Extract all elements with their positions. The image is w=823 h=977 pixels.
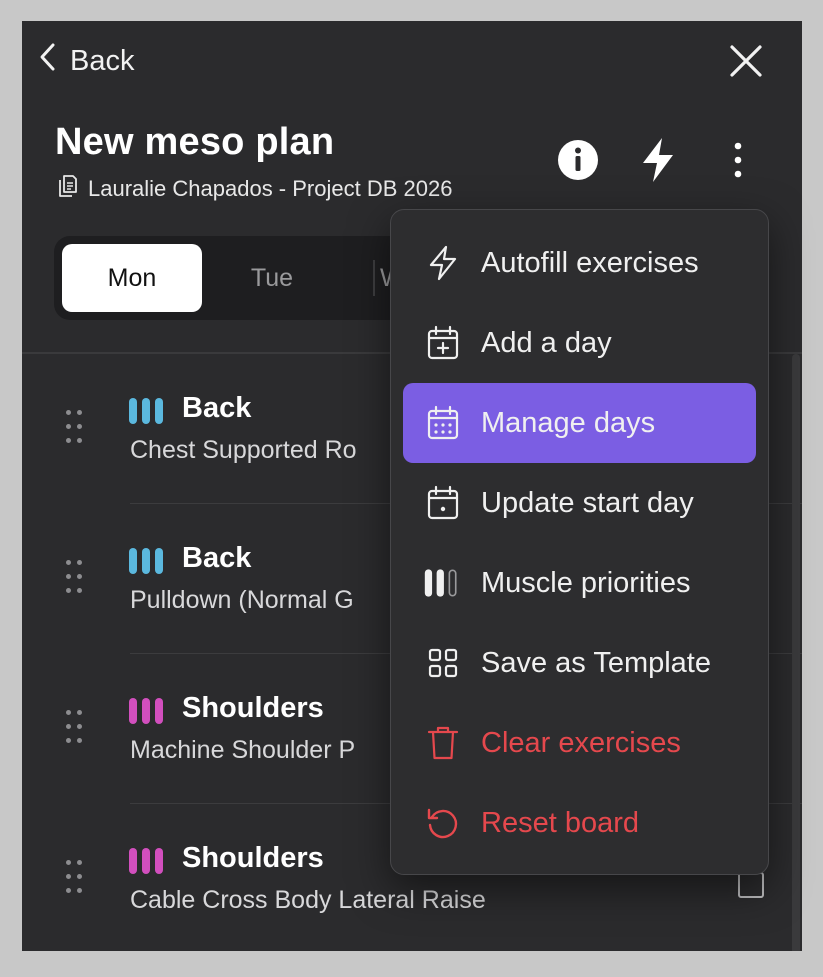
menu-item-clear-exercises[interactable]: Clear exercises	[403, 703, 756, 783]
reset-icon	[423, 803, 463, 843]
muscle-priority-bars	[129, 848, 163, 874]
plan-subtitle: Lauralie Chapados - Project DB 2026	[58, 175, 452, 203]
muscle-priority-bars	[129, 398, 163, 424]
close-button[interactable]	[722, 39, 770, 87]
menu-item-manage-days[interactable]: Manage days	[403, 383, 756, 463]
document-icon	[58, 174, 78, 204]
day-tab-mon[interactable]: Mon	[62, 244, 202, 312]
menu-item-label: Clear exercises	[481, 726, 681, 759]
info-icon	[557, 139, 599, 186]
calendar-plus-icon	[423, 323, 463, 363]
lightning-icon	[423, 243, 463, 283]
menu-item-update-start-day[interactable]: Update start day	[403, 463, 756, 543]
muscle-group-label: Back	[182, 392, 252, 424]
info-button[interactable]	[555, 139, 601, 185]
scrollbar[interactable]	[792, 354, 800, 951]
muscle-group-label: Shoulders	[182, 692, 324, 724]
grid-icon	[423, 643, 463, 683]
chevron-left-icon	[38, 42, 58, 80]
exercise-name: Pulldown (Normal G	[130, 586, 354, 614]
menu-item-save-as-template[interactable]: Save as Template	[403, 623, 756, 703]
trash-icon	[423, 723, 463, 763]
lightning-icon	[640, 137, 676, 188]
calendar-grid-icon	[423, 403, 463, 443]
more-options-button[interactable]	[715, 139, 761, 185]
muscle-priority-bars	[129, 548, 163, 574]
calendar-dot-icon	[423, 483, 463, 523]
muscle-group-label: Shoulders	[182, 842, 324, 874]
more-vertical-icon	[733, 142, 743, 183]
menu-item-label: Manage days	[481, 406, 656, 439]
menu-item-label: Autofill exercises	[481, 246, 699, 279]
subtitle-text: Lauralie Chapados - Project DB 2026	[88, 176, 453, 201]
menu-item-label: Update start day	[481, 486, 694, 519]
autofill-quick-button[interactable]	[635, 137, 681, 188]
menu-item-add-a-day[interactable]: Add a day	[403, 303, 756, 383]
day-tab-tue[interactable]: Tue	[202, 244, 342, 312]
drag-handle-icon[interactable]	[66, 710, 86, 744]
muscle-priority-bars	[129, 698, 163, 724]
back-label: Back	[70, 44, 135, 77]
priority-bars-icon	[423, 563, 463, 603]
muscle-group-label: Back	[182, 542, 252, 574]
top-bar: Back	[22, 21, 802, 101]
menu-item-reset-board[interactable]: Reset board	[403, 783, 756, 863]
exercise-name: Machine Shoulder P	[130, 736, 356, 764]
page-title: New meso plan	[55, 121, 335, 163]
menu-item-label: Save as Template	[481, 646, 711, 679]
menu-item-autofill-exercises[interactable]: Autofill exercises	[403, 223, 756, 303]
exercise-name: Chest Supported Ro	[130, 436, 357, 464]
exercise-name: Cable Cross Body Lateral Raise	[130, 886, 486, 914]
close-icon	[729, 44, 763, 83]
menu-item-label: Add a day	[481, 326, 612, 359]
menu-item-muscle-priorities[interactable]: Muscle priorities	[403, 543, 756, 623]
options-menu: Autofill exercises Add a day Manage days…	[390, 209, 769, 875]
menu-item-label: Muscle priorities	[481, 566, 691, 599]
back-button[interactable]: Back	[38, 41, 134, 81]
drag-handle-icon[interactable]	[66, 860, 86, 894]
drag-handle-icon[interactable]	[66, 560, 86, 594]
drag-handle-icon[interactable]	[66, 410, 86, 444]
exercise-checkbox[interactable]	[738, 872, 764, 898]
menu-item-label: Reset board	[481, 806, 639, 839]
